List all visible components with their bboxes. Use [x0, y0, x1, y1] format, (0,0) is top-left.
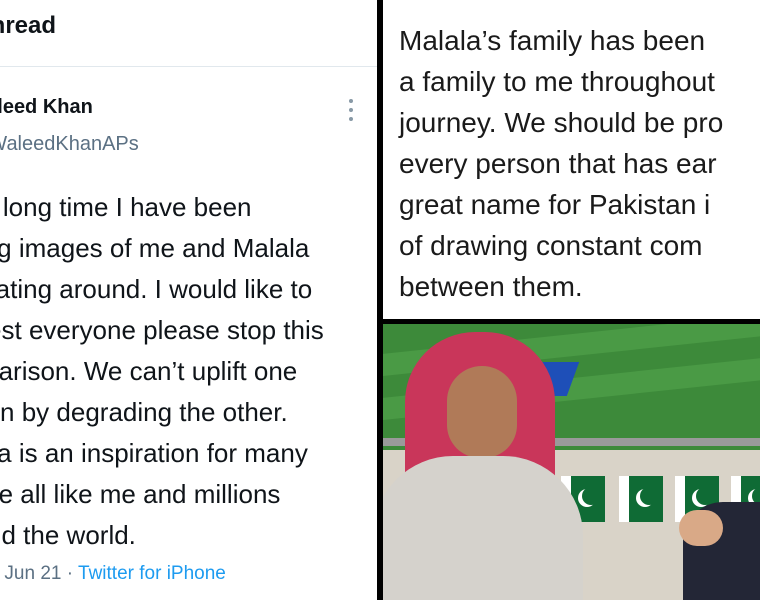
quote-line: Malala’s family has been	[399, 25, 706, 56]
tweet-meta: 19 Jun 21 · Twitter for iPhone	[0, 563, 226, 585]
stadium-photo	[383, 324, 760, 600]
meta-separator: ·	[66, 563, 74, 584]
pakistan-flag-icon	[619, 476, 663, 522]
more-vertical-icon[interactable]	[346, 99, 356, 121]
tweet-thread-panel: Thread Waleed Khan @WaleedKhanAPs For a …	[0, 0, 377, 600]
quote-line: between them.	[399, 271, 583, 302]
quote-line: a family to me throughout	[399, 66, 715, 97]
quote-line: of drawing constant com	[399, 230, 703, 261]
tweet-line: seeing images of me and Malala	[0, 233, 310, 263]
tweet-source-link[interactable]: Twitter for iPhone	[78, 563, 226, 584]
tweet-line: people all like me and millions	[0, 479, 281, 509]
face	[447, 366, 517, 458]
tweet-line: around the world.	[0, 520, 136, 550]
header-divider	[0, 66, 377, 67]
tweet-line: comparison. We can’t uplift one	[0, 356, 298, 386]
tweet-date[interactable]: 19 Jun 21	[0, 563, 61, 584]
tweet-line: For a long time I have been	[0, 192, 252, 222]
tweet-line: Malala is an inspiration for many	[0, 438, 308, 468]
hand	[679, 510, 723, 546]
quote-line: every person that has ear	[399, 148, 717, 179]
tweet-line: circulating around. I would like to	[0, 274, 313, 304]
thread-title: Thread	[0, 12, 57, 39]
grey-coat	[383, 456, 583, 600]
tweet-line: person by degrading the other.	[0, 397, 288, 427]
quote-line: journey. We should be pro	[399, 107, 724, 138]
quote-text: Malala’s family has been a family to me …	[399, 20, 760, 307]
author-name[interactable]: Waleed Khan	[0, 96, 93, 119]
tweet-text: For a long time I have been seeing image…	[0, 187, 365, 556]
author-handle[interactable]: @WaleedKhanAPs	[0, 133, 139, 156]
quote-line: great name for Pakistan i	[399, 189, 711, 220]
quote-panel: Malala’s family has been a family to me …	[383, 0, 760, 319]
tweet-line: request everyone please stop this	[0, 315, 324, 345]
